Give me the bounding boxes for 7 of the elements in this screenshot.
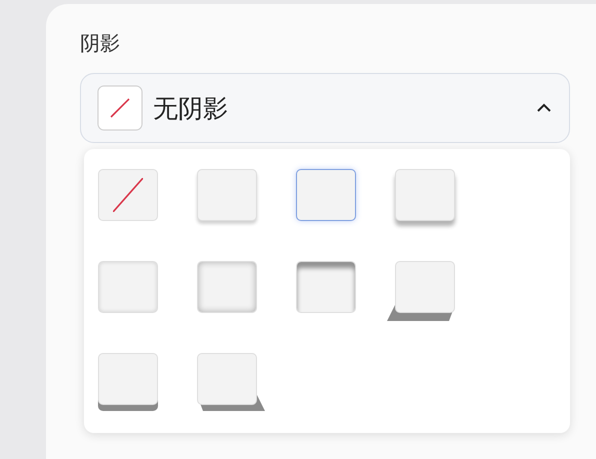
shadow-option[interactable] (387, 261, 455, 321)
shadow-option[interactable] (197, 353, 265, 413)
dropdown-value: 无阴影 (153, 92, 229, 124)
shadow-dropdown[interactable]: 无阴影 (80, 73, 570, 143)
slash-icon (113, 178, 143, 212)
no-shadow-icon (97, 85, 143, 131)
section-label: 阴影 (80, 30, 121, 57)
